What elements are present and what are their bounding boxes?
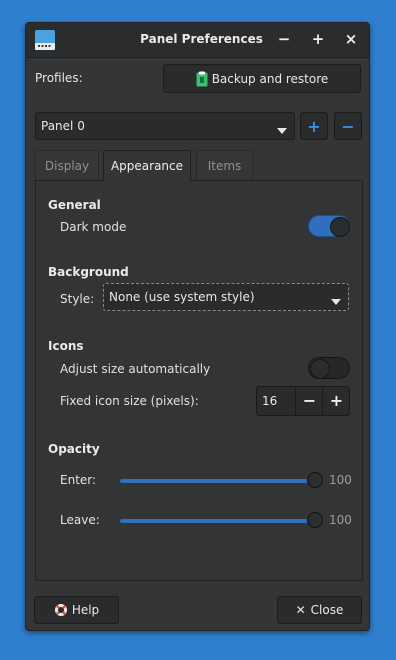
close-label: Close [310,603,344,617]
appearance-pane: General Dark mode Background Style: None… [35,180,363,581]
decrement-button[interactable]: − [295,387,323,415]
dark-mode-label: Dark mode [60,220,127,234]
adjust-size-label: Adjust size automatically [60,362,211,376]
toggle-knob [310,359,330,379]
profiles-label: Profiles: [35,71,83,85]
dark-mode-toggle[interactable] [308,215,350,237]
background-style-value: None (use system style) [109,290,255,304]
remove-panel-button[interactable]: − [334,112,362,140]
backup-restore-button[interactable]: Backup and restore [163,64,361,93]
close-icon: ✕ [295,603,306,617]
leave-value: 100 [329,513,352,527]
toggle-knob [330,217,350,237]
increment-button[interactable]: + [322,387,350,415]
leave-label: Leave: [60,513,100,527]
add-panel-button[interactable]: + [300,112,328,140]
tab-appearance[interactable]: Appearance [103,150,191,181]
adjust-size-toggle[interactable] [308,357,350,379]
tab-display[interactable]: Display [35,150,99,180]
background-heading: Background [48,265,129,279]
icon-size-value: 16 [262,394,278,408]
backup-restore-label: Backup and restore [211,71,329,86]
dropdown-arrow-icon [331,294,341,308]
enter-slider-track[interactable] [120,479,314,483]
fixed-icon-size-label: Fixed icon size (pixels): [60,394,199,408]
close-window-button[interactable]: × [341,29,361,49]
titlebar[interactable]: Panel Preferences − + × [26,23,369,58]
icons-heading: Icons [48,339,84,353]
general-heading: General [48,198,101,212]
opacity-heading: Opacity [48,442,100,456]
panel-preferences-window: Panel Preferences − + × Profiles: Backup… [25,22,370,631]
lifebuoy-icon [54,603,68,617]
icon-size-spinner[interactable]: 16 − + [256,386,350,416]
leave-slider-handle[interactable] [307,512,323,528]
enter-value: 100 [329,473,352,487]
maximize-button[interactable]: + [308,29,328,49]
minimize-button[interactable]: − [274,29,294,49]
close-button[interactable]: ✕ Close [277,596,362,624]
help-button[interactable]: Help [34,596,119,624]
tab-items[interactable]: Items [196,150,253,180]
backup-icon [196,71,208,87]
panel-select[interactable]: Panel 0 [35,112,295,140]
dropdown-arrow-icon [277,123,287,137]
panel-select-value: Panel 0 [41,119,85,133]
leave-slider-track[interactable] [120,519,314,523]
enter-slider-handle[interactable] [307,472,323,488]
help-label: Help [71,603,100,617]
background-style-select[interactable]: None (use system style) [103,283,349,311]
style-label: Style: [60,292,95,306]
enter-label: Enter: [60,473,97,487]
